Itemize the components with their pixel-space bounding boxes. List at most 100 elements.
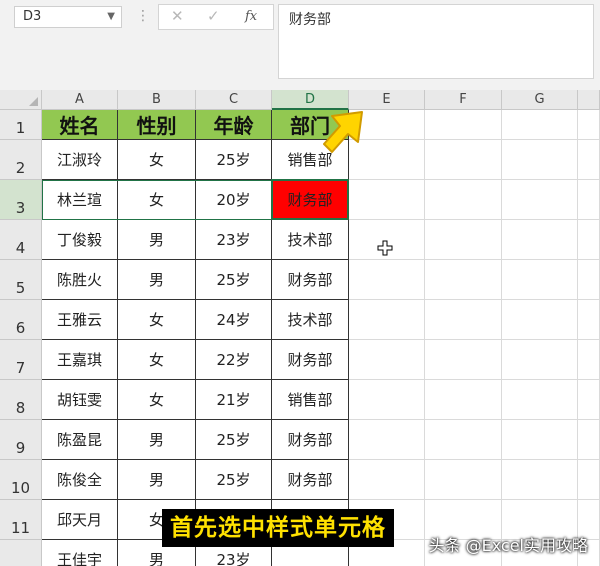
cell[interactable] [349, 260, 425, 300]
data-cell[interactable]: 林兰瑄 [42, 180, 118, 220]
column-header-d[interactable]: D [272, 90, 349, 110]
data-cell[interactable]: 女 [118, 340, 196, 380]
cell[interactable] [425, 140, 502, 180]
column-header-g[interactable]: G [502, 90, 578, 110]
cell[interactable] [349, 420, 425, 460]
row-header-4[interactable]: 4 [0, 220, 42, 260]
cell[interactable] [578, 180, 600, 220]
chevron-down-icon[interactable]: ▼ [107, 7, 115, 27]
check-icon[interactable]: ✓ [207, 7, 220, 25]
data-cell[interactable]: 25岁 [196, 140, 272, 180]
cell[interactable] [502, 110, 578, 140]
formula-input[interactable]: 财务部 [278, 4, 594, 79]
cell[interactable] [578, 420, 600, 460]
header-cell[interactable]: 年龄 [196, 110, 272, 140]
data-cell[interactable]: 财务部 [272, 340, 349, 380]
row-header-next[interactable] [0, 540, 42, 566]
cell[interactable] [425, 420, 502, 460]
cell[interactable] [349, 180, 425, 220]
column-header-e[interactable]: E [349, 90, 425, 110]
cell[interactable] [578, 220, 600, 260]
data-cell[interactable]: 女 [118, 300, 196, 340]
column-header-a[interactable]: A [42, 90, 118, 110]
cell[interactable] [578, 140, 600, 180]
cell[interactable] [425, 110, 502, 140]
cell[interactable] [578, 460, 600, 500]
row-header-1[interactable]: 1 [0, 110, 42, 140]
cell[interactable] [502, 300, 578, 340]
cell[interactable] [349, 460, 425, 500]
close-icon[interactable]: ✕ [171, 7, 184, 25]
header-cell[interactable]: 性别 [118, 110, 196, 140]
cell[interactable] [502, 460, 578, 500]
cell[interactable] [349, 340, 425, 380]
cell[interactable] [349, 380, 425, 420]
cell[interactable] [502, 180, 578, 220]
active-cell[interactable]: 财务部 [272, 180, 349, 220]
cell[interactable] [502, 340, 578, 380]
cell[interactable] [502, 260, 578, 300]
row-header-8[interactable]: 8 [0, 380, 42, 420]
cell[interactable] [578, 110, 600, 140]
data-cell[interactable]: 技术部 [272, 300, 349, 340]
data-cell[interactable]: 陈俊全 [42, 460, 118, 500]
fx-button[interactable]: fx [245, 9, 257, 24]
cell[interactable] [425, 220, 502, 260]
cell[interactable] [425, 300, 502, 340]
column-header-b[interactable]: B [118, 90, 196, 110]
cell[interactable] [425, 260, 502, 300]
cell[interactable] [502, 140, 578, 180]
cell[interactable] [425, 180, 502, 220]
data-cell[interactable]: 男 [118, 260, 196, 300]
data-cell[interactable]: 男 [118, 220, 196, 260]
cell[interactable] [502, 420, 578, 460]
data-cell[interactable]: 24岁 [196, 300, 272, 340]
cell[interactable] [578, 340, 600, 380]
column-header-extra[interactable] [578, 90, 600, 110]
data-cell[interactable]: 22岁 [196, 340, 272, 380]
data-cell[interactable]: 王嘉琪 [42, 340, 118, 380]
row-header-3[interactable]: 3 [0, 180, 42, 220]
cell[interactable] [502, 220, 578, 260]
data-cell[interactable]: 江淑玲 [42, 140, 118, 180]
row-header-7[interactable]: 7 [0, 340, 42, 380]
data-cell[interactable]: 王佳宇 [42, 540, 118, 566]
data-cell[interactable]: 丁俊毅 [42, 220, 118, 260]
data-cell[interactable]: 王雅云 [42, 300, 118, 340]
row-header-9[interactable]: 9 [0, 420, 42, 460]
data-cell[interactable]: 技术部 [272, 220, 349, 260]
cell[interactable] [502, 380, 578, 420]
cell[interactable] [578, 260, 600, 300]
data-cell[interactable]: 25岁 [196, 420, 272, 460]
data-cell[interactable]: 21岁 [196, 380, 272, 420]
row-header-11[interactable]: 11 [0, 500, 42, 540]
column-header-f[interactable]: F [425, 90, 502, 110]
data-cell[interactable]: 陈胜火 [42, 260, 118, 300]
header-cell[interactable]: 姓名 [42, 110, 118, 140]
data-cell[interactable]: 20岁 [196, 180, 272, 220]
data-cell[interactable]: 女 [118, 380, 196, 420]
select-all-corner[interactable] [0, 90, 42, 110]
data-cell[interactable]: 财务部 [272, 460, 349, 500]
data-cell[interactable]: 男 [118, 460, 196, 500]
data-cell[interactable]: 25岁 [196, 260, 272, 300]
data-cell[interactable]: 25岁 [196, 460, 272, 500]
cell[interactable] [425, 340, 502, 380]
row-header-6[interactable]: 6 [0, 300, 42, 340]
row-header-10[interactable]: 10 [0, 460, 42, 500]
cell[interactable] [578, 380, 600, 420]
cell[interactable] [425, 380, 502, 420]
row-header-2[interactable]: 2 [0, 140, 42, 180]
row-header-5[interactable]: 5 [0, 260, 42, 300]
data-cell[interactable]: 23岁 [196, 220, 272, 260]
data-cell[interactable]: 邱天月 [42, 500, 118, 540]
data-cell[interactable]: 女 [118, 140, 196, 180]
cell[interactable] [578, 300, 600, 340]
data-cell[interactable]: 陈盈昆 [42, 420, 118, 460]
data-cell[interactable]: 胡钰雯 [42, 380, 118, 420]
cell[interactable] [425, 460, 502, 500]
column-header-c[interactable]: C [196, 90, 272, 110]
cell[interactable] [349, 300, 425, 340]
data-cell[interactable]: 女 [118, 180, 196, 220]
data-cell[interactable]: 财务部 [272, 260, 349, 300]
